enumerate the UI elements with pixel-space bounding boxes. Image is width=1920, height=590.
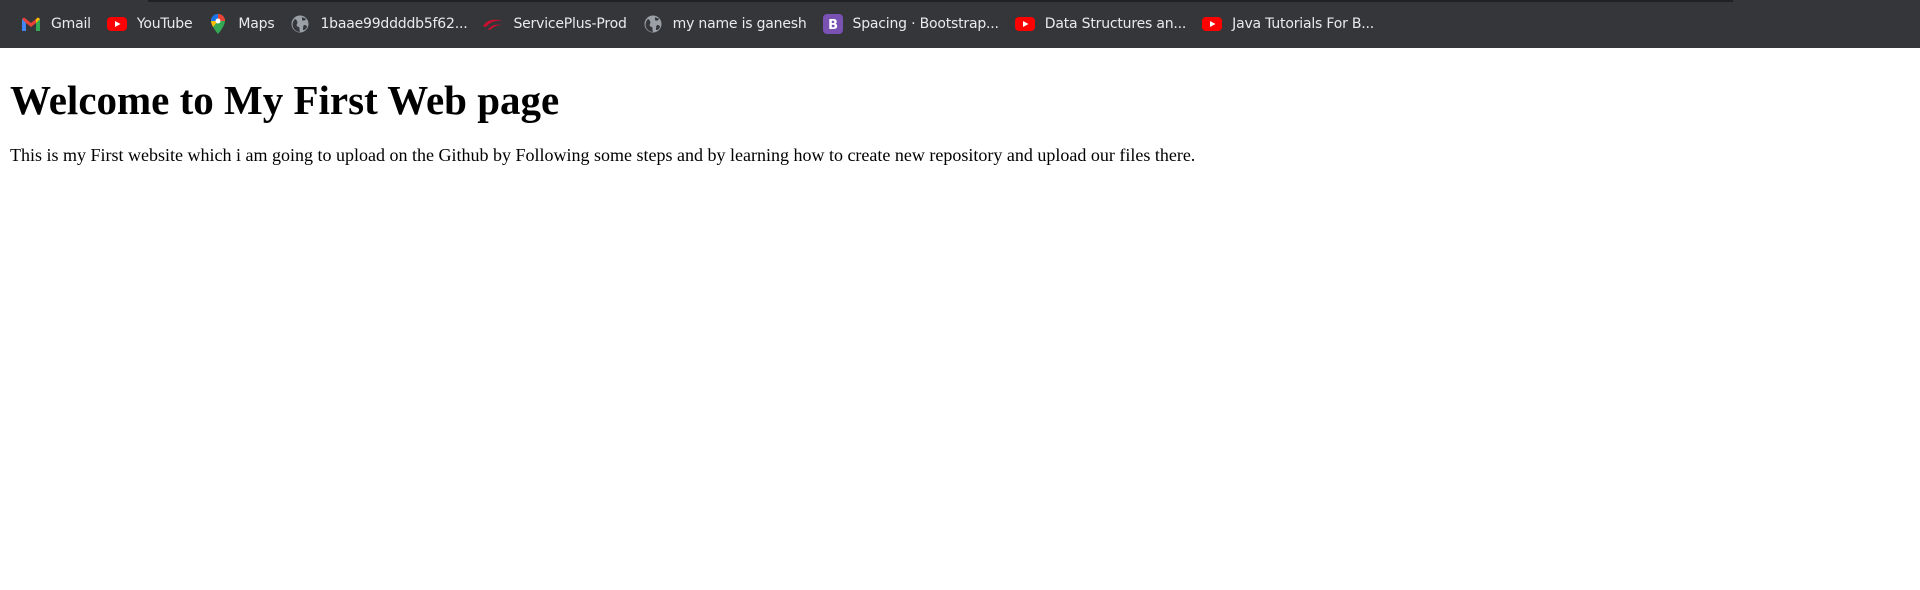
bookmark-label: Gmail: [51, 16, 91, 32]
bookmark-my-name-is-ganesh[interactable]: my name is ganesh: [638, 8, 814, 40]
bookmark-label: Spacing · Bootstrap...: [852, 16, 999, 32]
tab-strip-edge: [148, 0, 1733, 2]
bookmark-label: YouTube: [136, 16, 193, 32]
bookmark-label: Java Tutorials For B...: [1232, 16, 1375, 32]
bookmark-1baae99[interactable]: 1baae99ddddb5f62...: [285, 8, 474, 40]
page-title: Welcome to My First Web page: [10, 77, 560, 123]
bookmark-label: 1baae99ddddb5f62...: [320, 16, 468, 32]
bookmark-spacing-bootstrap[interactable]: B Spacing · Bootstrap...: [818, 8, 1006, 40]
svg-text:B: B: [828, 18, 838, 33]
bookmark-label: Data Structures an...: [1044, 16, 1187, 32]
bookmark-maps[interactable]: Maps: [203, 8, 281, 40]
bookmark-gmail[interactable]: Gmail: [16, 8, 98, 40]
bookmark-serviceplus-prod[interactable]: ServicePlus-Prod: [478, 8, 633, 40]
bookmark-java-tutorials[interactable]: Java Tutorials For B...: [1197, 8, 1381, 40]
youtube-icon: [1201, 13, 1223, 35]
bookmark-data-structures[interactable]: Data Structures an...: [1010, 8, 1193, 40]
bookmarks-bar: Gmail YouTube Maps 1baae99ddddb5f62... S…: [0, 0, 1920, 48]
page-content: Welcome to My First Web page This is my …: [10, 48, 1910, 167]
serviceplus-icon: [482, 13, 504, 35]
bookmark-label: ServicePlus-Prod: [513, 16, 627, 32]
gmail-icon: [20, 13, 42, 35]
bookmark-label: Maps: [238, 16, 275, 32]
globe-icon: [642, 13, 664, 35]
bookmark-youtube[interactable]: YouTube: [102, 8, 200, 40]
maps-icon: [207, 13, 229, 35]
bootstrap-icon: B: [822, 13, 844, 35]
page-paragraph: This is my First website which i am goin…: [10, 145, 1196, 166]
youtube-icon: [1014, 13, 1036, 35]
bookmark-label: my name is ganesh: [672, 16, 807, 32]
youtube-icon: [106, 13, 128, 35]
globe-icon: [289, 13, 311, 35]
